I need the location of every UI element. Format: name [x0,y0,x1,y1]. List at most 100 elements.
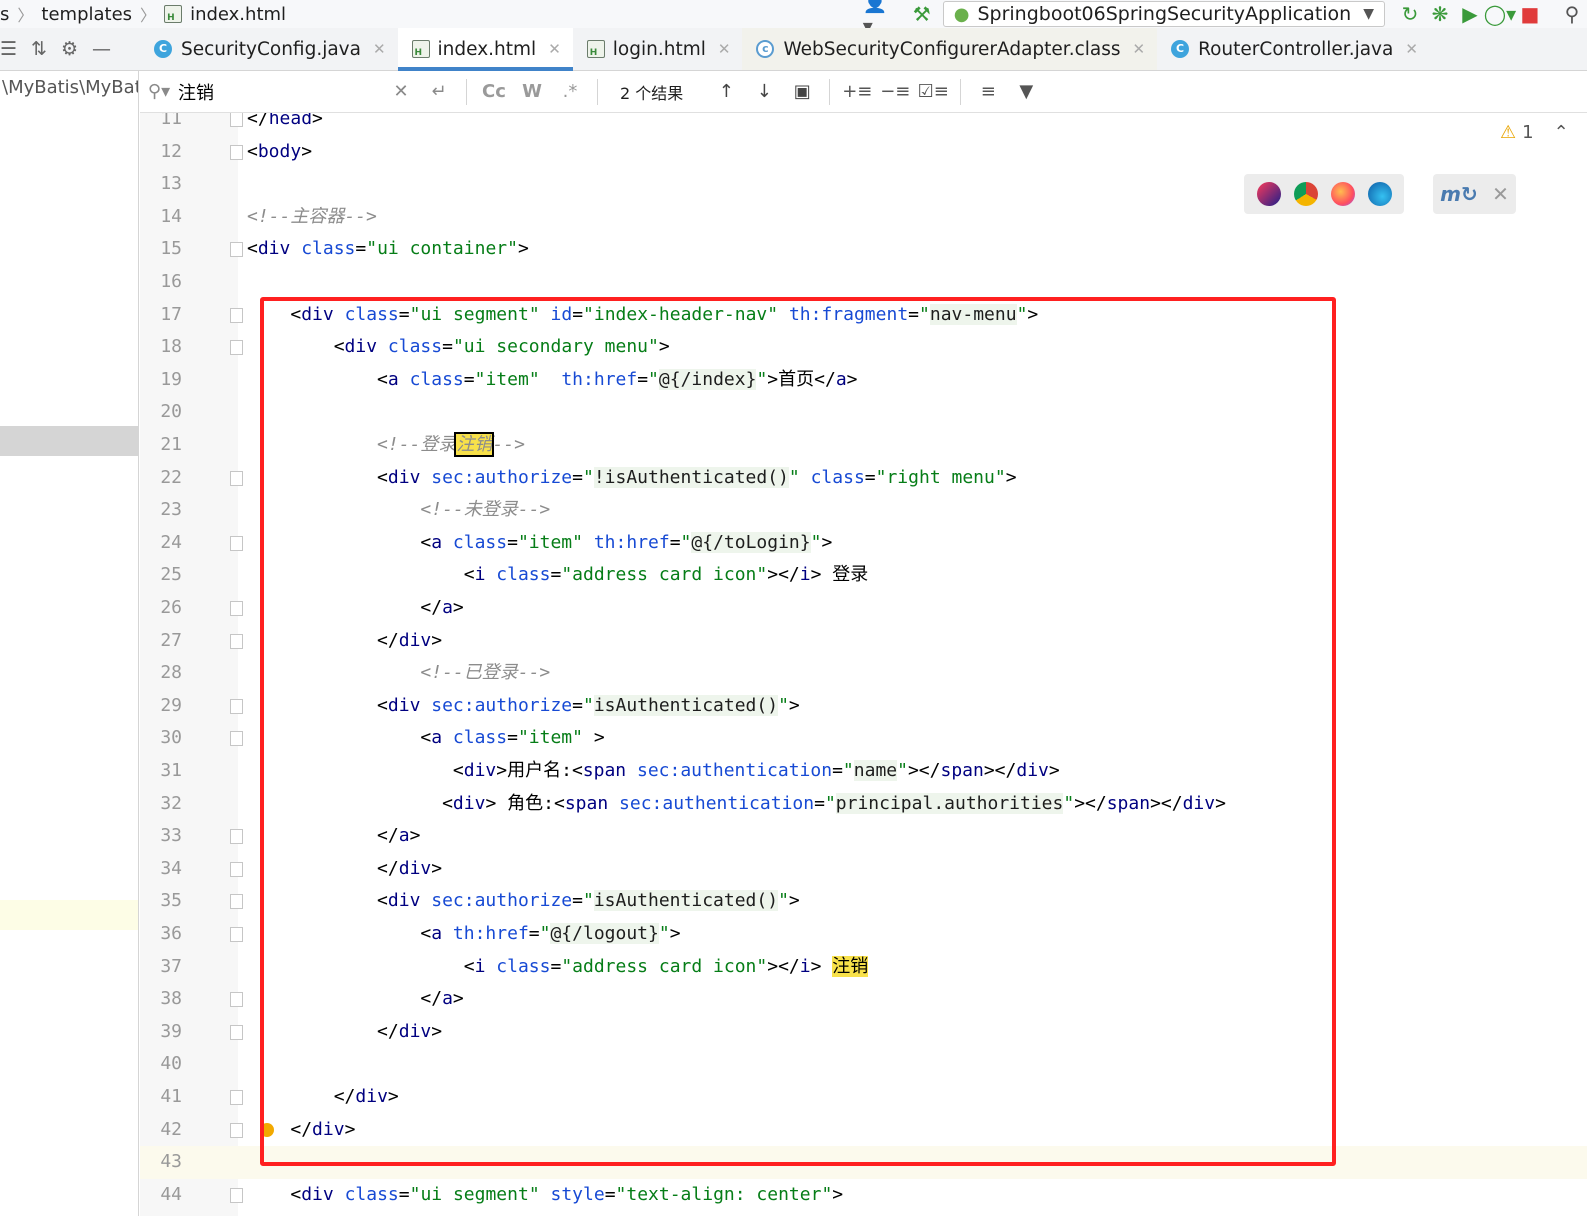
line-number: 41 [160,1086,182,1107]
fold-marker-icon[interactable] [230,535,243,551]
new-line-icon[interactable]: ↵ [420,73,458,111]
fold-marker-icon[interactable] [230,992,243,1008]
code-line[interactable]: 16 [140,266,1587,299]
fold-marker-icon[interactable] [230,470,243,486]
chrome-icon[interactable] [1293,182,1318,206]
breadcrumb: s 〉 templates 〉 index.html [0,0,286,28]
code-line[interactable]: 44 <div class="ui segment" style="text-a… [140,1179,1587,1212]
fold-marker-icon[interactable] [230,861,243,877]
fold-marker-icon[interactable] [230,307,243,323]
inspection-widget[interactable]: ⚠ 1 ⌃ [1500,122,1569,143]
expand-icon[interactable]: ⇅ [31,38,47,60]
breadcrumb-item-prev[interactable]: s [0,4,9,25]
regex-toggle[interactable]: .* [551,73,589,111]
fold-marker-icon[interactable] [230,731,243,747]
breadcrumb-item-templates[interactable]: templates [41,4,132,25]
filter-options-icon[interactable]: ≡ [969,73,1007,111]
separator [597,78,598,105]
spring-boot-icon: ● [953,3,970,25]
search-icon[interactable]: ⚲▾ [140,73,178,111]
fold-marker-icon[interactable] [230,698,243,714]
fold-marker-icon[interactable] [230,633,243,649]
run-with-coverage-icon[interactable]: ▶ [1455,0,1485,28]
fold-marker-icon[interactable] [230,829,243,845]
line-number: 19 [160,368,182,390]
code-line[interactable]: 11 </head> [140,113,1587,136]
fold-marker-icon[interactable] [230,1090,243,1105]
minimize-icon[interactable]: — [92,38,111,60]
highlighted-tree-row[interactable] [0,900,138,930]
remove-occurrence-icon[interactable]: −≡ [876,73,914,111]
html-file-icon [164,5,183,23]
line-number: 30 [160,727,182,749]
code-editor[interactable]: 11 </head> 12 <body> 13 14 <!--主容器--> 15 <div cl… [140,113,1587,1216]
close-icon[interactable]: ✕ [1133,40,1146,58]
profiler-icon[interactable]: ◯▾ [1484,0,1516,28]
tab-index-html[interactable]: index.html ✕ [397,28,573,71]
separator [466,78,467,105]
selected-tree-row[interactable] [0,426,138,456]
run-configuration-select[interactable]: ● Springboot06SpringSecurityApplication … [942,1,1385,27]
clear-icon[interactable]: ✕ [382,73,420,111]
whole-words-toggle[interactable]: W [513,73,551,111]
fold-marker-icon[interactable] [230,1024,243,1040]
arrow-up-icon[interactable]: ↑ [707,73,745,111]
search-everywhere-icon[interactable]: ⚲ [1557,0,1587,28]
line-number: 13 [160,173,182,195]
fold-marker-icon[interactable] [230,113,243,127]
fold-marker-icon[interactable] [230,1187,243,1203]
select-all-matches-icon[interactable]: ☑≡ [914,73,952,111]
rerun-icon[interactable]: ↻ [1395,0,1425,28]
edge-icon[interactable] [1367,182,1392,206]
fold-marker-icon[interactable] [230,601,243,616]
collapse-all-icon[interactable]: ☰ [0,38,17,60]
project-tree-panel: \MyBatis\MyBat [0,71,139,1216]
chevron-down-icon: ▼ [1363,6,1374,22]
user-icon[interactable]: 👤▾ [863,0,893,38]
tab-web-security-configurer-adapter[interactable]: c WebSecurityConfigurerAdapter.class ✕ [742,28,1158,70]
search-input[interactable] [178,76,378,107]
line-number: 37 [160,955,182,977]
gear-icon[interactable]: ⚙ [61,38,78,60]
code-line[interactable]: 15 <div class="ui container"> [140,233,1587,266]
select-all-occurrences-icon[interactable]: ▣ [783,73,821,111]
fold-marker-icon[interactable] [230,1122,243,1138]
project-path[interactable]: \MyBatis\MyBat [2,77,138,98]
tab-security-config[interactable]: C SecurityConfig.java ✕ [140,28,398,70]
code-line[interactable]: 12 <body> [140,136,1587,169]
tab-router-controller[interactable]: C RouterController.java ✕ [1157,28,1430,70]
line-number: 32 [160,792,182,814]
breadcrumb-item-file[interactable]: index.html [190,4,286,25]
close-icon[interactable]: ✕ [1405,40,1418,58]
fold-marker-icon[interactable] [230,927,243,942]
line-number: 15 [160,238,182,260]
warning-count: 1 [1522,122,1534,143]
close-icon[interactable]: ✕ [718,40,731,58]
find-bar: ⚲▾ ✕ ↵ Cc W .* 2 个结果 ↑ ↓ ▣ +≡ −≡ ☑≡ ≡ ▼ [140,71,1587,113]
arrow-down-icon[interactable]: ↓ [745,73,783,111]
code-text: </head> [247,113,323,129]
fold-marker-icon[interactable] [230,340,243,356]
line-number: 25 [160,564,182,586]
filter-icon[interactable]: ▼ [1007,73,1045,111]
tab-label: RouterController.java [1198,38,1394,60]
maven-reload-icon[interactable]: m↻ [1440,182,1478,206]
debug-bug-icon[interactable]: ❋ [1425,0,1455,28]
add-occurrence-icon[interactable]: +≡ [838,73,876,111]
chevron-up-icon[interactable]: ⌃ [1554,122,1569,143]
close-icon[interactable]: ✕ [1492,182,1509,206]
build-hammer-icon[interactable]: ⚒ [907,0,937,28]
stop-icon[interactable]: ■ [1515,0,1545,28]
html-file-icon [586,40,605,58]
fold-marker-icon[interactable] [230,144,243,160]
firefox-icon[interactable] [1330,182,1355,206]
match-case-toggle[interactable]: Cc [475,73,513,111]
run-configuration-label: Springboot06SpringSecurityApplication [977,3,1352,25]
intellij-icon[interactable] [1256,182,1281,206]
line-number: 42 [160,1118,182,1140]
tab-login-html[interactable]: login.html ✕ [573,28,743,70]
fold-marker-icon[interactable] [230,894,243,910]
close-icon[interactable]: ✕ [548,40,561,58]
close-icon[interactable]: ✕ [373,40,386,58]
fold-marker-icon[interactable] [230,242,243,258]
